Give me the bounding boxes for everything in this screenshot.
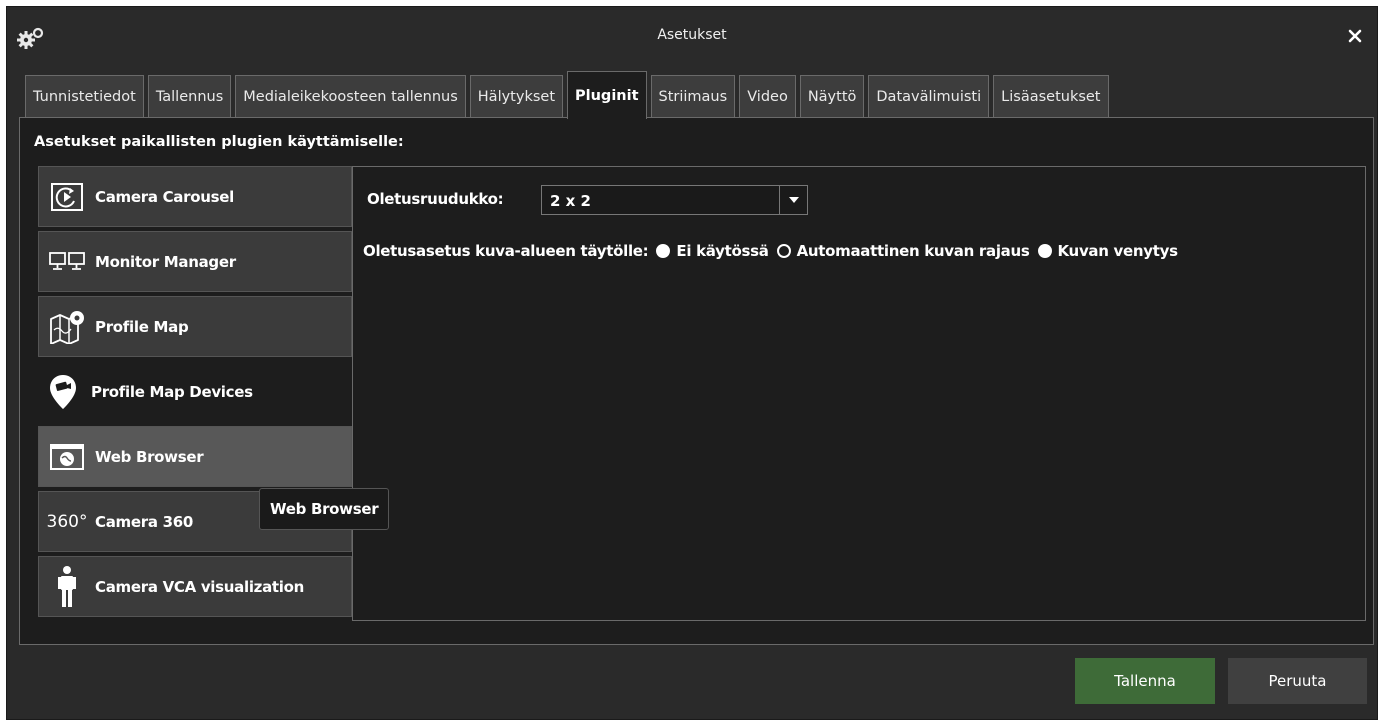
radio-label: Automaattinen kuvan rajaus xyxy=(796,242,1030,260)
tab-naytto[interactable]: Näyttö xyxy=(799,75,865,117)
plugin-monitor-manager[interactable]: Monitor Manager xyxy=(38,231,352,292)
plugin-label: Profile Map Devices xyxy=(91,382,253,401)
map-icon xyxy=(39,296,95,357)
plugin-profile-map[interactable]: Profile Map xyxy=(38,296,352,357)
plugin-label: Profile Map xyxy=(95,317,189,336)
tab-halytykset[interactable]: Hälytykset xyxy=(469,75,564,117)
tab-video[interactable]: Video xyxy=(739,75,796,117)
dialog-title: Asetukset xyxy=(657,27,727,43)
radio-indicator xyxy=(656,244,671,258)
radio-kuvan-venytys[interactable]: Kuvan venytys xyxy=(1037,242,1179,260)
tab-pluginit[interactable]: Pluginit xyxy=(567,71,647,119)
plugin-camera-vca-visualization[interactable]: Camera VCA visualization xyxy=(38,556,352,617)
tab-bar: Tunnistetiedot Tallennus Medialeikekoost… xyxy=(25,71,1113,119)
plugin-label: Camera VCA visualization xyxy=(95,577,305,596)
settings-dialog: Asetukset Tunnistetiedot Tallennus Media… xyxy=(6,6,1378,720)
plugin-label: Camera 360 xyxy=(95,512,193,531)
360-icon: 360° xyxy=(39,491,95,552)
radio-automaattinen-kuvan-rajaus[interactable]: Automaattinen kuvan rajaus xyxy=(776,242,1030,260)
plugin-label: Monitor Manager xyxy=(95,252,236,271)
default-grid-label: Oletusruudukko: xyxy=(367,190,504,208)
tab-medialeikekoosteen-tallennus[interactable]: Medialeikekoosteen tallennus xyxy=(235,75,466,117)
plugin-label: Camera Carousel xyxy=(95,187,234,206)
tooltip: Web Browser xyxy=(259,488,390,530)
plugin-camera-carousel[interactable]: Camera Carousel xyxy=(38,166,352,227)
title-bar: Asetukset xyxy=(7,7,1377,63)
radio-label: Ei käytössä xyxy=(676,242,769,260)
map-pin-camera-icon xyxy=(35,361,91,422)
close-icon[interactable] xyxy=(1343,24,1367,48)
plugin-profile-map-devices[interactable]: Profile Map Devices xyxy=(34,361,352,422)
tab-tallennus[interactable]: Tallennus xyxy=(147,75,232,117)
default-grid-select[interactable]: 2 x 2 xyxy=(541,185,808,215)
tab-striimaus[interactable]: Striimaus xyxy=(650,75,736,117)
chevron-down-icon xyxy=(779,186,807,214)
360-icon-text: 360° xyxy=(46,511,88,532)
fill-mode-row: Oletusasetus kuva-alueen täytölle: Ei kä… xyxy=(363,242,1178,260)
radio-ei-kaytossa[interactable]: Ei käytössä xyxy=(656,242,769,260)
cancel-button[interactable]: Peruuta xyxy=(1228,658,1367,704)
monitors-icon xyxy=(39,231,95,292)
plugin-web-browser[interactable]: Web Browser xyxy=(38,426,352,487)
default-grid-value: 2 x 2 xyxy=(550,192,591,210)
radio-indicator xyxy=(1037,244,1052,258)
camera-carousel-icon xyxy=(39,166,95,227)
radio-indicator xyxy=(776,244,791,258)
section-title: Asetukset paikallisten plugien käyttämis… xyxy=(34,134,404,150)
tab-lisaasetukset[interactable]: Lisäasetukset xyxy=(993,75,1109,117)
plugin-list: Camera Carousel Monitor Manager Profile … xyxy=(34,166,352,621)
tab-content: Asetukset paikallisten plugien käyttämis… xyxy=(19,117,1374,645)
fill-mode-label: Oletusasetus kuva-alueen täytölle: xyxy=(363,242,649,260)
tab-tunnistetiedot[interactable]: Tunnistetiedot xyxy=(25,75,144,117)
web-browser-icon xyxy=(39,426,95,487)
plugin-label: Web Browser xyxy=(95,447,204,466)
plugin-settings-panel: Oletusruudukko: 2 x 2 Oletusasetus kuva-… xyxy=(352,166,1366,621)
tab-datavalimuisti[interactable]: Datavälimuisti xyxy=(868,75,990,117)
save-button[interactable]: Tallenna xyxy=(1075,658,1215,704)
radio-label: Kuvan venytys xyxy=(1057,242,1179,260)
person-icon xyxy=(39,556,95,617)
